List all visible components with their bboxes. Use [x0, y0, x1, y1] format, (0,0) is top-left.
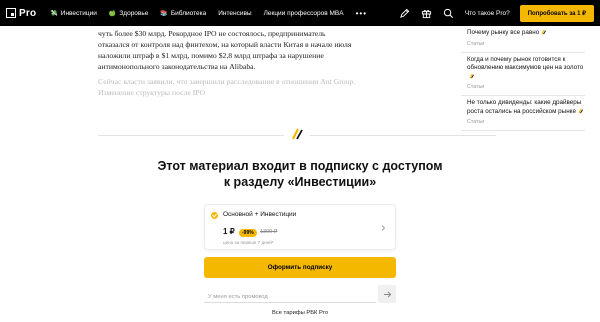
nav-item-label: Интенсивы: [218, 9, 252, 17]
try-subscribe-button[interactable]: Попробовать за 1 ₽: [519, 4, 594, 22]
all-tariffs-link[interactable]: Все тарифы РБК Pro: [200, 310, 400, 316]
nav-item-label: Здоровье: [119, 9, 149, 17]
sidebar-article-item[interactable]: Когда и почему рынок готовится к обновле…: [461, 53, 585, 96]
logo-mark-icon: [6, 8, 16, 18]
plan-option-card[interactable]: Основной + Инвестиции 1 ₽ -99% 1300 ₽ це…: [204, 204, 396, 250]
nav-item-health[interactable]: 🍏 Здоровье: [109, 10, 149, 17]
sidebar-article-item[interactable]: Почему рынку все равно Статьи: [461, 26, 585, 53]
sidebar-article-category: Статьи: [467, 119, 485, 125]
sidebar-article-item[interactable]: Не только дивиденды: какие драйверы рост…: [461, 96, 585, 131]
topbar-actions: Что такое Pro? Попробовать за 1 ₽: [399, 0, 594, 26]
promo-submit-button[interactable]: [378, 285, 396, 303]
divider-line-right: [310, 135, 496, 136]
nav-item-label: Библиотека: [170, 9, 207, 17]
arrow-right-icon: [383, 290, 391, 298]
checkmark-icon: [211, 212, 218, 219]
plan-price: 1 ₽: [223, 227, 235, 236]
what-is-pro-link[interactable]: Что такое Pro?: [465, 10, 510, 17]
books-icon: 📚: [160, 10, 168, 17]
price-note: цена за первые 7 дней*: [223, 240, 274, 245]
sidebar-article-title: Почему рынку все равно: [467, 29, 585, 38]
divider-line-left: [98, 135, 284, 136]
sidebar-article-category: Статьи: [467, 84, 485, 90]
gift-icon[interactable]: [421, 7, 433, 19]
nav-item-library[interactable]: 📚 Библиотека: [160, 10, 206, 17]
nav-item-mba-lectures[interactable]: Лекции профессоров MBA: [264, 10, 344, 17]
money-icon: 💸: [50, 10, 58, 17]
pro-mark-icon: [578, 108, 583, 114]
logo-text: Pro: [19, 7, 37, 19]
apple-icon: 🍏: [108, 10, 117, 17]
sidebar-article-title: Не только дивиденды: какие драйверы рост…: [467, 99, 583, 115]
pro-mark-icon: [292, 128, 303, 140]
sidebar-article-category: Статьи: [467, 40, 485, 47]
nav-item-intensives[interactable]: Интенсивы: [218, 10, 251, 17]
discount-badge: -99%: [239, 229, 257, 237]
promo-code-input[interactable]: [204, 288, 376, 306]
pro-mark-icon: [469, 73, 474, 79]
top-navigation-bar: Pro 💸 Инвестиции 🍏 Здоровье 📚 Библиотека…: [0, 0, 600, 26]
article-body: чуть более $30 млрд. Рекордное IPO не со…: [98, 28, 356, 102]
nav-item-investments[interactable]: 💸 Инвестиции: [50, 10, 97, 17]
nav-item-label: Инвестиции: [60, 9, 97, 17]
subscribe-button[interactable]: Оформить подписку: [204, 257, 396, 278]
sidebar-article-title: Когда и почему рынок готовится к обновле…: [467, 56, 585, 82]
pro-mark-icon: [541, 29, 547, 35]
nav-item-label: Лекции профессоров MBA: [263, 9, 344, 17]
paywall-title: Этот материал входит в подписку с доступ…: [157, 159, 443, 189]
chevron-right-icon: [381, 225, 386, 231]
search-icon[interactable]: [443, 7, 455, 19]
related-articles-sidebar: Почему рынку все равно Статьи Когда и по…: [461, 26, 585, 131]
article-fade-overlay: [90, 96, 370, 146]
article-paragraph-faded: Сейчас власти заявили, что завершили рас…: [98, 77, 356, 97]
article-paragraph: чуть более $30 млрд. Рекордное IPO не со…: [98, 29, 352, 71]
plan-name: Основной + Инвестиции: [223, 211, 297, 218]
old-price: 1300 ₽: [260, 229, 278, 235]
rbc-pro-logo[interactable]: Pro: [6, 8, 36, 19]
promo-code-field: [204, 285, 376, 306]
more-menu-button[interactable]: •••: [356, 9, 367, 18]
main-nav: 💸 Инвестиции 🍏 Здоровье 📚 Библиотека Инт…: [50, 9, 367, 18]
pencil-icon[interactable]: [399, 7, 411, 19]
